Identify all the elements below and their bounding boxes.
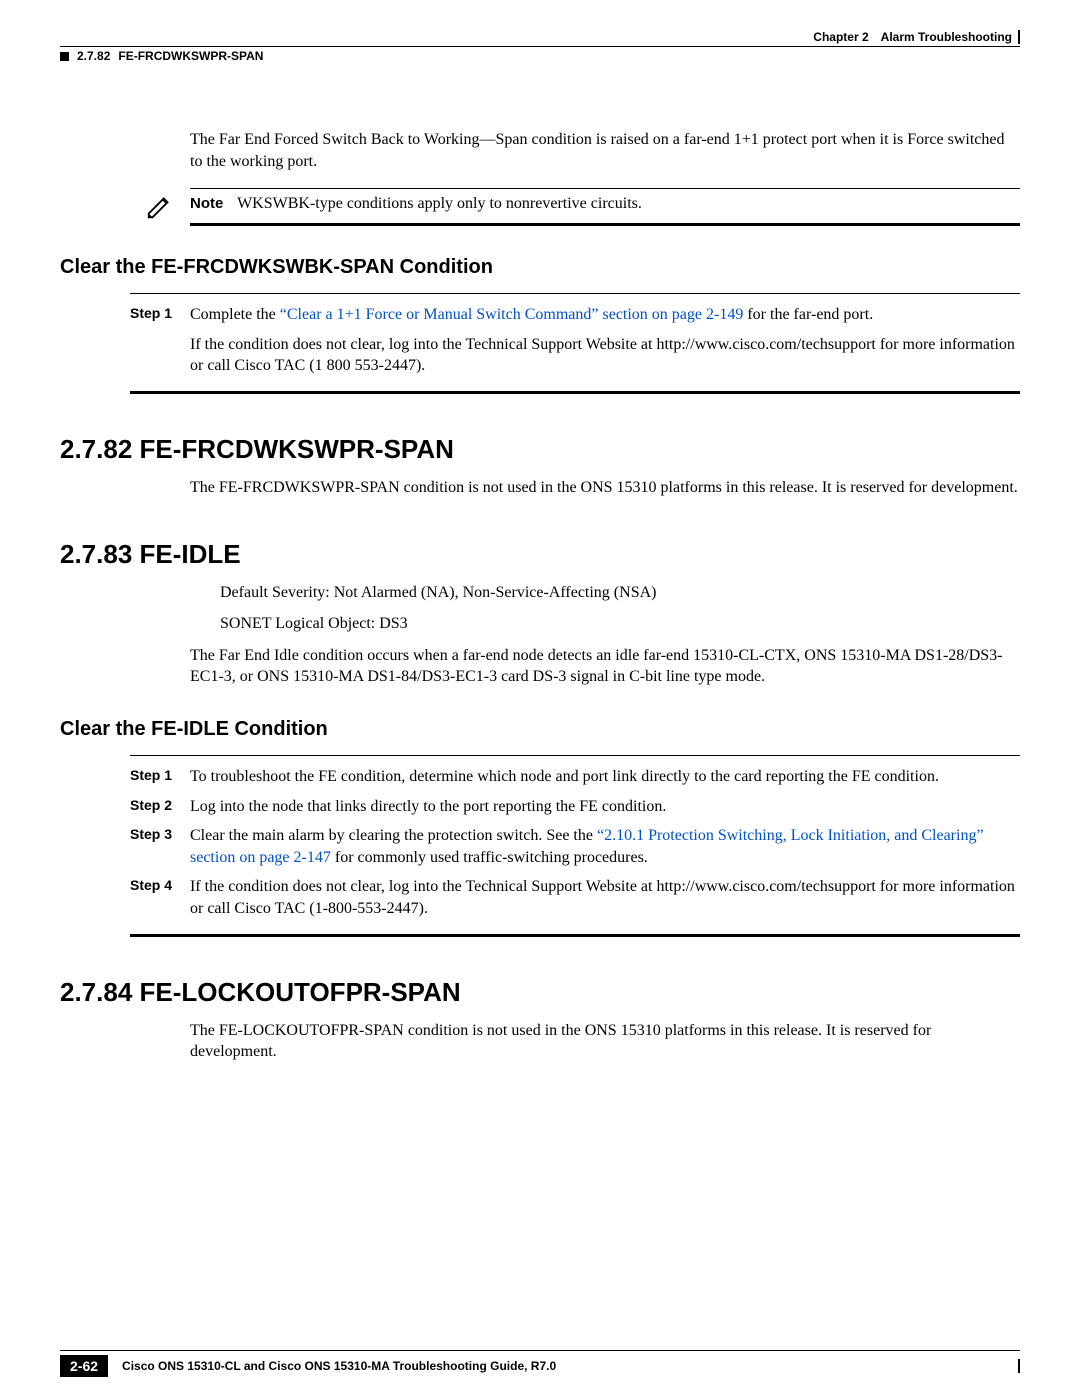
header-bar-icon — [1018, 30, 1020, 44]
section-heading-2782: 2.7.82 FE-FRCDWKSWPR-SPAN — [60, 434, 1020, 465]
chapter-label: Chapter 2 — [813, 30, 868, 44]
note-text: WKSWBK-type conditions apply only to non… — [237, 195, 642, 212]
page-number: 2-62 — [60, 1355, 108, 1377]
step-row: Step 1 To troubleshoot the FE condition,… — [130, 766, 1020, 788]
step-block-idle: Step 1 To troubleshoot the FE condition,… — [130, 755, 1020, 937]
intro-paragraph: The Far End Forced Switch Back to Workin… — [190, 129, 1020, 172]
section-heading-2783: 2.7.83 FE-IDLE — [60, 539, 1020, 570]
default-severity: Default Severity: Not Alarmed (NA), Non-… — [220, 582, 1020, 604]
step-followup: If the condition does not clear, log int… — [130, 334, 1020, 377]
step-text: To troubleshoot the FE condition, determ… — [190, 766, 1020, 788]
page-footer: 2-62 Cisco ONS 15310-CL and Cisco ONS 15… — [60, 1350, 1020, 1377]
step-label: Step 3 — [130, 825, 190, 868]
section-2782-para: The FE-FRCDWKSWPR-SPAN condition is not … — [190, 477, 1020, 499]
square-bullet-icon — [60, 52, 69, 61]
clear-idle-heading: Clear the FE-IDLE Condition — [60, 718, 1020, 741]
followup-text: If the condition does not clear, log int… — [190, 334, 1020, 377]
step-text: Clear the main alarm by clearing the pro… — [190, 825, 1020, 868]
document-page: Chapter 2 Alarm Troubleshooting 2.7.82 F… — [0, 0, 1080, 1397]
section-2784-para: The FE-LOCKOUTOFPR-SPAN condition is not… — [190, 1020, 1020, 1063]
section-number: 2.7.82 — [77, 49, 110, 63]
running-header-left: 2.7.82 FE-FRCDWKSWPR-SPAN — [60, 49, 1020, 63]
footer-bar-icon — [1018, 1359, 1020, 1373]
step-block-wkswbk: Step 1 Complete the “Clear a 1+1 Force o… — [130, 293, 1020, 394]
note-block: Note WKSWBK-type conditions apply only t… — [190, 188, 1020, 226]
step-text: Log into the node that links directly to… — [190, 796, 1020, 818]
chapter-title: Alarm Troubleshooting — [881, 30, 1012, 44]
step-label: Step 1 — [130, 304, 190, 326]
step-text: If the condition does not clear, log int… — [190, 876, 1020, 919]
section-name: FE-FRCDWKSWPR-SPAN — [118, 49, 263, 63]
pencil-icon — [145, 191, 175, 226]
section-heading-2784: 2.7.84 FE-LOCKOUTOFPR-SPAN — [60, 977, 1020, 1008]
step-row: Step 3 Clear the main alarm by clearing … — [130, 825, 1020, 868]
logical-object: SONET Logical Object: DS3 — [220, 613, 1020, 635]
severity-block: Default Severity: Not Alarmed (NA), Non-… — [220, 582, 1020, 635]
clear-wkswbk-heading: Clear the FE-FRCDWKSWBK-SPAN Condition — [60, 256, 1020, 279]
step-row: Step 1 Complete the “Clear a 1+1 Force o… — [130, 304, 1020, 326]
step-row: Step 2 Log into the node that links dire… — [130, 796, 1020, 818]
footer-title: Cisco ONS 15310-CL and Cisco ONS 15310-M… — [122, 1359, 1008, 1373]
xref-link[interactable]: “Clear a 1+1 Force or Manual Switch Comm… — [280, 306, 744, 323]
step-row: Step 4 If the condition does not clear, … — [130, 876, 1020, 919]
section-2783-para: The Far End Idle condition occurs when a… — [190, 645, 1020, 688]
running-header-right: Chapter 2 Alarm Troubleshooting — [60, 30, 1020, 44]
step-label: Step 1 — [130, 766, 190, 788]
note-label: Note — [190, 195, 223, 212]
step-label: Step 2 — [130, 796, 190, 818]
step-text: Complete the “Clear a 1+1 Force or Manua… — [190, 304, 1020, 326]
step-label: Step 4 — [130, 876, 190, 919]
header-rule — [60, 46, 1020, 47]
